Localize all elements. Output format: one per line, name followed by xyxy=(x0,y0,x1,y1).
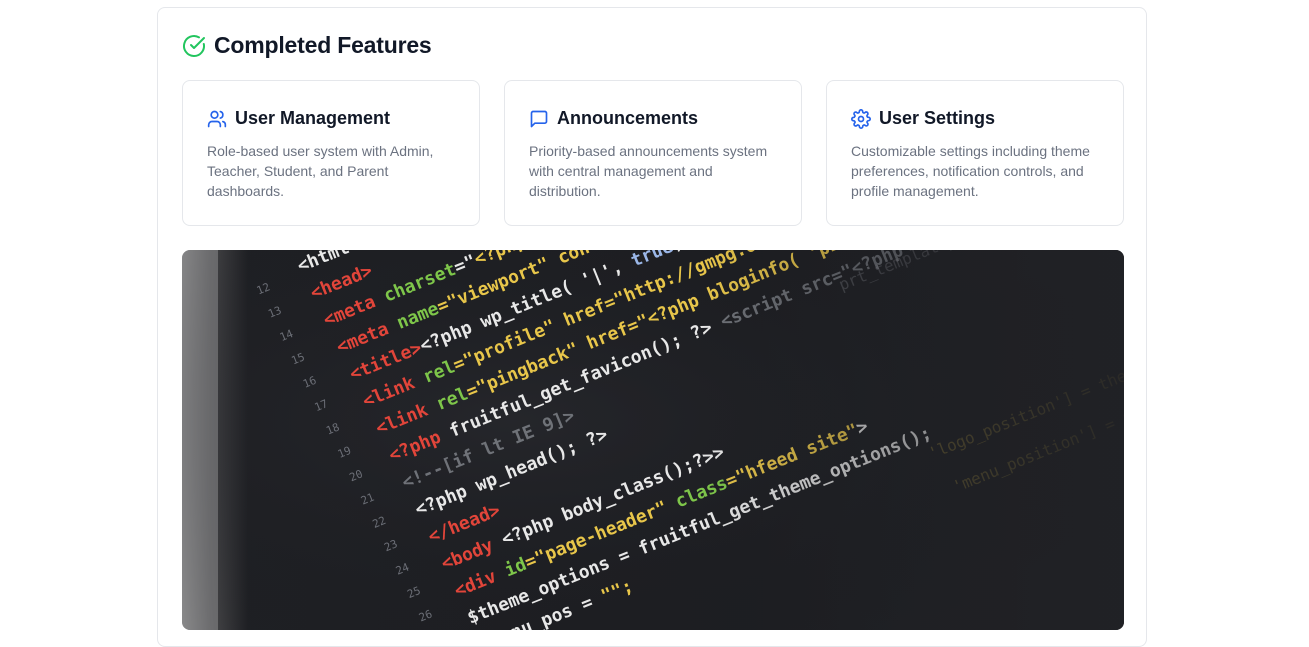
message-square-icon xyxy=(529,109,549,129)
code-screen-image: 121314 151617 181920 212223 242526 <html… xyxy=(182,250,1124,630)
gear-icon xyxy=(851,108,871,129)
feature-card-announcements: Announcements Priority-based announcemen… xyxy=(504,80,802,226)
card-title: User Settings xyxy=(879,108,996,128)
feature-card-user-settings: User Settings Customizable settings incl… xyxy=(826,80,1124,226)
code-lines-graphic: 121314 151617 181920 212223 242526 <html… xyxy=(182,250,1124,630)
feature-cards: User Management Role-based user system w… xyxy=(182,80,1124,226)
card-title: Announcements xyxy=(557,108,699,128)
card-title: User Management xyxy=(235,108,391,128)
card-description: Role-based user system with Admin, Teach… xyxy=(207,143,434,199)
card-header: Announcements xyxy=(529,108,777,129)
card-description: Priority-based announcements system with… xyxy=(529,143,768,199)
panel-header: Completed Features xyxy=(182,32,432,59)
card-description: Customizable settings including theme pr… xyxy=(851,143,1090,199)
card-header: User Management xyxy=(207,108,455,129)
users-icon xyxy=(207,109,227,129)
section-title: Completed Features xyxy=(214,32,432,58)
completed-features-panel: Completed Features User Management Role-… xyxy=(157,7,1147,647)
feature-card-user-management: User Management Role-based user system w… xyxy=(182,80,480,226)
check-circle-icon xyxy=(182,34,206,58)
card-header: User Settings xyxy=(851,108,1099,129)
